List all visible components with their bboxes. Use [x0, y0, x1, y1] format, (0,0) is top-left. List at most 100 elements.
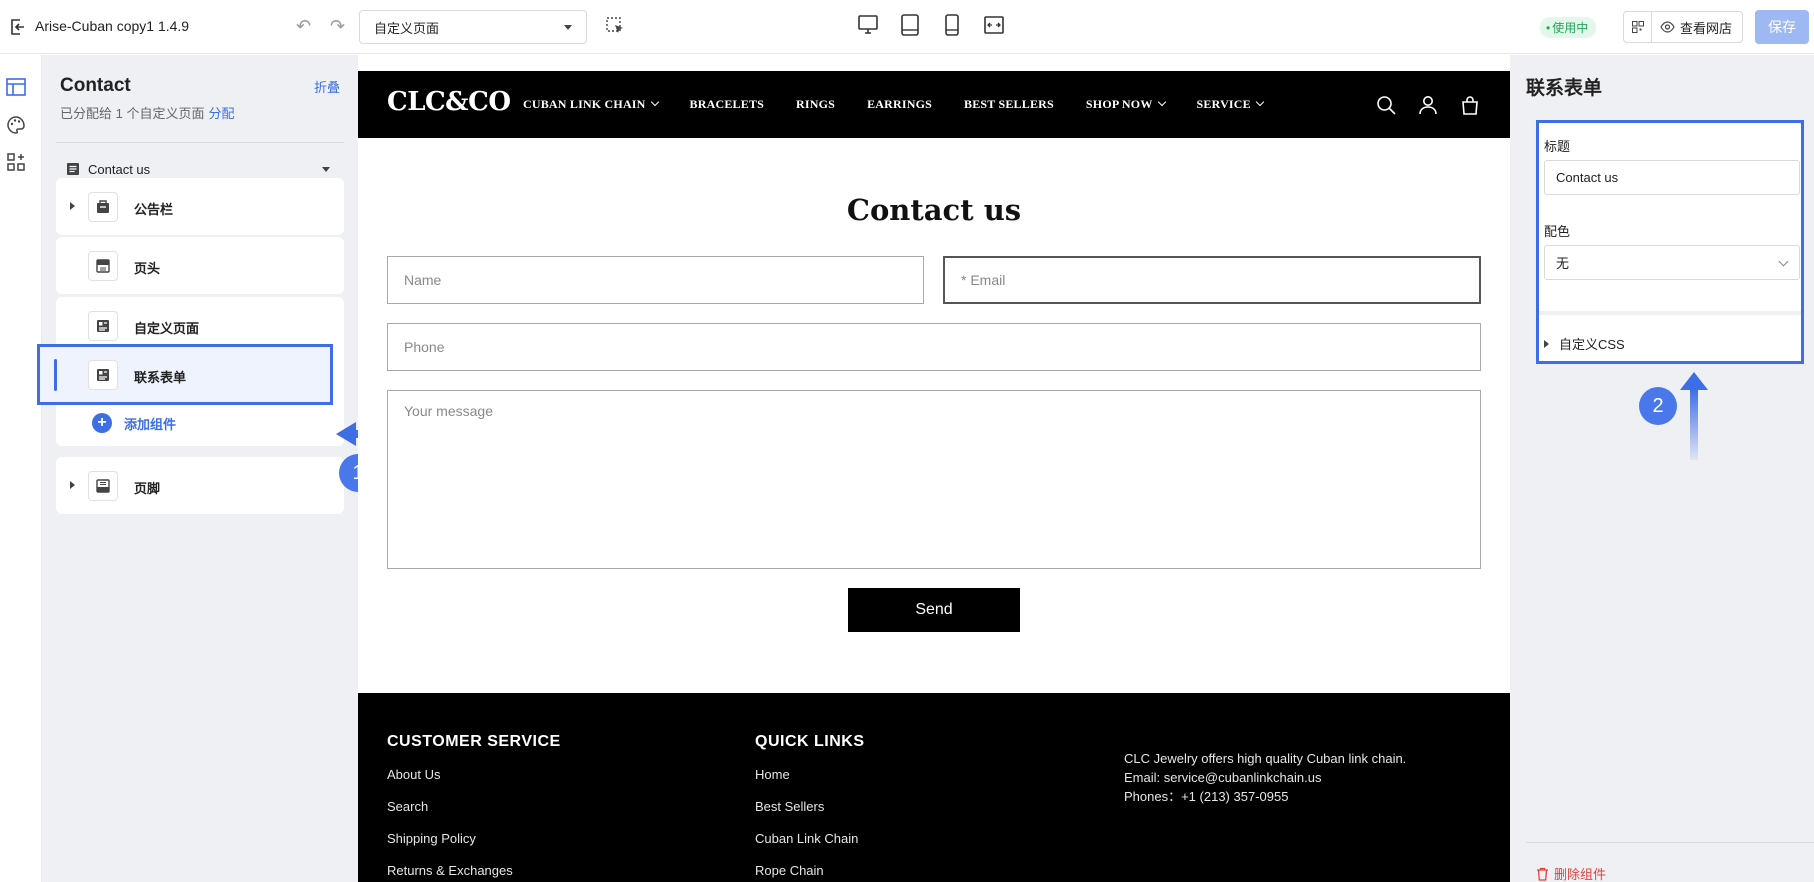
footer-store-info: CLC Jewelry offers high quality Cuban li… [1124, 749, 1406, 806]
account-icon[interactable] [1418, 95, 1438, 115]
announcement-icon [88, 192, 118, 222]
settings-panel: 联系表单 标题 Contact us 配色 无 自定义CSS 删除组件 [1510, 55, 1814, 882]
sections-icon[interactable] [6, 77, 26, 97]
heading-input[interactable]: Contact us [1544, 160, 1800, 195]
expand-icon[interactable] [70, 202, 75, 210]
delete-component-label: 删除组件 [1554, 867, 1607, 882]
footer-link-best-sellers[interactable]: Best Sellers [755, 799, 865, 814]
expand-icon[interactable] [70, 481, 75, 489]
name-placeholder: Name [404, 272, 442, 288]
header-icon [88, 251, 118, 281]
send-button[interactable]: Send [848, 588, 1020, 632]
chevron-down-icon [1157, 97, 1166, 107]
contact-title: Contact us [846, 193, 1022, 227]
custom-css-toggle[interactable]: 自定义CSS [1544, 334, 1625, 353]
device-switcher [858, 14, 1004, 36]
name-field[interactable]: Name [387, 256, 924, 304]
search-icon[interactable] [1376, 95, 1396, 115]
store-actions: 查看网店 [1623, 11, 1744, 43]
desktop-icon[interactable] [858, 14, 878, 36]
selected-indicator [54, 359, 57, 391]
arrow-up-icon [1680, 372, 1708, 460]
cart-icon[interactable] [1460, 95, 1480, 115]
store-logo[interactable]: CLC&CO [387, 87, 511, 117]
section-announcement-bar[interactable]: 公告栏 [56, 178, 344, 235]
delete-component-button[interactable]: 删除组件 [1536, 864, 1606, 882]
custom-css-label: 自定义CSS [1559, 337, 1625, 352]
view-store-label: 查看网店 [1680, 20, 1733, 36]
color-scheme-label: 配色 [1544, 224, 1571, 239]
assign-info: 已分配给 1 个自定义页面 分配 [60, 103, 234, 122]
undo-icon[interactable]: ↶ [296, 16, 311, 37]
redo-icon[interactable]: ↷ [330, 16, 345, 37]
section-label: 自定义页面 [134, 321, 200, 336]
footer-link-shipping-policy[interactable]: Shipping Policy [387, 831, 561, 846]
footer-info-line: CLC Jewelry offers high quality Cuban li… [1124, 751, 1407, 766]
view-store-button[interactable]: 查看网店 [1652, 12, 1742, 42]
footer-link-about-us[interactable]: About Us [387, 767, 561, 782]
nav-earrings[interactable]: EARRINGS [867, 97, 932, 112]
plus-icon: + [92, 413, 112, 433]
footer-link-cuban-link-chain[interactable]: Cuban Link Chain [755, 831, 865, 846]
footer-link-search[interactable]: Search [387, 799, 561, 814]
footer-info-phone: Phones：+1 (213) 357-0955 [1124, 789, 1289, 804]
assign-link[interactable]: 分配 [208, 106, 234, 121]
settings-title: 联系表单 [1526, 78, 1603, 99]
nav-shop-now[interactable]: SHOP NOW [1086, 97, 1166, 112]
color-scheme-value: 无 [1556, 256, 1570, 271]
footer-info-email: Email: service@cubanlinkchain.us [1124, 770, 1322, 785]
section-header[interactable]: 页头 [56, 237, 344, 294]
heading-label: 标题 [1544, 139, 1571, 154]
email-placeholder: * Email [961, 272, 1006, 288]
section-footer[interactable]: 页脚 [56, 457, 344, 514]
add-component-button[interactable]: + 添加组件 [92, 413, 176, 433]
contact-form-icon [88, 360, 118, 390]
section-contact-form[interactable]: 联系表单 [37, 344, 333, 405]
nav-cuban-link-chain[interactable]: CUBAN LINK CHAIN [523, 97, 659, 112]
nav-bracelets[interactable]: BRACELETS [690, 97, 765, 112]
add-component-label: 添加组件 [124, 416, 177, 432]
main-nav: CUBAN LINK CHAIN BRACELETS RINGS EARRING… [523, 97, 1265, 112]
eye-icon [1660, 21, 1675, 33]
footer-link-rope-chain[interactable]: Rope Chain [755, 863, 865, 878]
site-footer: CUSTOMER SERVICE About Us Search Shippin… [358, 693, 1510, 882]
footer-heading: QUICK LINKS [755, 733, 865, 750]
fullscreen-icon[interactable] [984, 14, 1004, 36]
footer-link-returns[interactable]: Returns & Exchanges [387, 863, 561, 878]
nav-label: SERVICE [1196, 97, 1251, 111]
mobile-icon[interactable] [942, 14, 962, 36]
collapse-link[interactable]: 折叠 [314, 77, 340, 96]
element-picker-icon[interactable] [605, 16, 625, 36]
tablet-icon[interactable] [900, 14, 920, 36]
qr-code-button[interactable] [1624, 12, 1652, 42]
message-field[interactable]: Your message [387, 390, 1481, 569]
divider [1539, 311, 1801, 315]
site-header: CLC&CO CUBAN LINK CHAIN BRACELETS RINGS … [358, 71, 1510, 138]
caret-down-icon [564, 24, 572, 30]
apps-icon[interactable] [6, 152, 26, 172]
page-type-select[interactable]: 自定义页面 [359, 10, 587, 44]
nav-best-sellers[interactable]: BEST SELLERS [964, 97, 1054, 112]
footer-link-home[interactable]: Home [755, 767, 865, 782]
top-bar: Arise-Cuban copy1 1.4.9 ↶ ↷ 自定义页面 使用中 查看… [0, 0, 1814, 54]
save-button[interactable]: 保存 [1755, 10, 1809, 44]
nav-service[interactable]: SERVICE [1196, 97, 1265, 112]
panel-title: Contact [60, 75, 131, 96]
section-label: 联系表单 [134, 370, 187, 385]
divider [56, 142, 344, 143]
divider [1526, 842, 1814, 843]
message-placeholder: Your message [404, 403, 493, 419]
color-scheme-select[interactable]: 无 [1544, 245, 1800, 280]
theme-palette-icon[interactable] [6, 115, 26, 135]
phone-field[interactable]: Phone [387, 323, 1481, 371]
page-type-value: 自定义页面 [374, 20, 440, 36]
qr-code-icon [1631, 21, 1644, 33]
page-selector-value: Contact us [88, 161, 151, 177]
nav-rings[interactable]: RINGS [796, 97, 835, 112]
expand-icon [1544, 339, 1549, 348]
header-icons [1376, 95, 1480, 115]
exit-icon[interactable] [8, 17, 28, 37]
trash-icon [1537, 867, 1548, 881]
store-preview: CLC&CO CUBAN LINK CHAIN BRACELETS RINGS … [358, 55, 1510, 882]
email-field[interactable]: * Email [943, 256, 1481, 304]
